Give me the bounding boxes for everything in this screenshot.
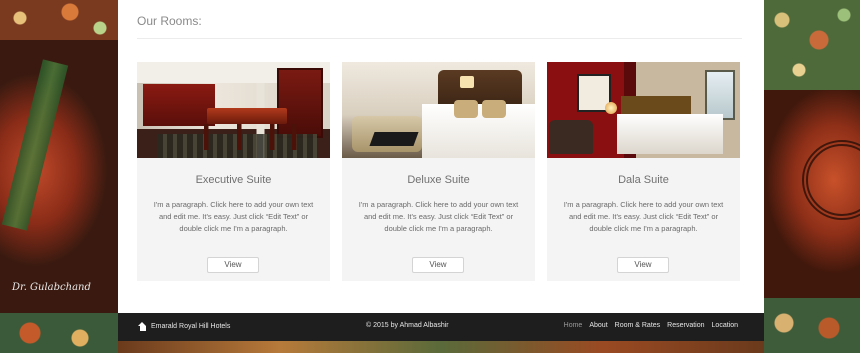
room-card-dala: Dala Suite I'm a paragraph. Click here t… bbox=[547, 62, 740, 281]
room-description: I'm a paragraph. Click here to add your … bbox=[153, 200, 314, 233]
room-photo-dala bbox=[547, 62, 740, 158]
room-card-executive: Executive Suite I'm a paragraph. Click h… bbox=[137, 62, 330, 281]
room-name: Dala Suite bbox=[618, 174, 669, 186]
lamp-graphic bbox=[605, 102, 617, 114]
view-button-dala[interactable]: View bbox=[617, 257, 669, 273]
artist-signature: Dr. Gulabchand bbox=[12, 282, 91, 293]
background-strip bbox=[118, 341, 764, 353]
guitar-neck-graphic bbox=[1, 59, 69, 231]
room-card-deluxe: Deluxe Suite I'm a paragraph. Click here… bbox=[342, 62, 535, 281]
room-photo-executive bbox=[137, 62, 330, 158]
rooms-section: Our Rooms: Executive Suite I'm a paragra… bbox=[118, 0, 764, 313]
floral-pattern bbox=[0, 0, 118, 40]
floral-pattern-right-bottom bbox=[764, 298, 860, 353]
dining-table-graphic bbox=[207, 108, 287, 124]
floral-pattern-right bbox=[764, 0, 860, 90]
site-footer: Emarald Royal Hill Hotels © 2015 by Ahma… bbox=[118, 313, 764, 341]
view-button-executive[interactable]: View bbox=[207, 257, 259, 273]
room-name: Executive Suite bbox=[195, 174, 272, 186]
brand-name: Emarald Royal Hill Hotels bbox=[151, 323, 231, 330]
floral-pattern-bottom bbox=[0, 313, 118, 353]
bed-graphic bbox=[422, 104, 535, 158]
home-icon bbox=[138, 322, 147, 331]
room-photo-deluxe bbox=[342, 62, 535, 158]
nav-item-room-rates[interactable]: Room & Rates bbox=[615, 322, 661, 329]
copyright-text: © 2015 by Ahmad Albashir bbox=[366, 322, 449, 329]
background-art-right bbox=[764, 0, 860, 353]
section-divider bbox=[137, 38, 742, 39]
room-description: I'm a paragraph. Click here to add your … bbox=[358, 200, 519, 233]
armchair-graphic bbox=[549, 120, 593, 154]
pillow-graphic bbox=[482, 100, 506, 118]
nav-item-location[interactable]: Location bbox=[712, 322, 738, 329]
section-title: Our Rooms: bbox=[137, 14, 202, 28]
background-art-left: Dr. Gulabchand bbox=[0, 0, 118, 353]
nav-item-about[interactable]: About bbox=[589, 322, 607, 329]
room-description: I'm a paragraph. Click here to add your … bbox=[563, 200, 724, 233]
footer-nav: Home About Room & Rates Reservation Loca… bbox=[564, 322, 738, 329]
view-button-deluxe[interactable]: View bbox=[412, 257, 464, 273]
lamp-graphic bbox=[460, 76, 474, 88]
room-name: Deluxe Suite bbox=[407, 174, 470, 186]
guitar-soundhole-graphic bbox=[802, 140, 860, 220]
chair-legs-graphic bbox=[193, 124, 303, 150]
nav-item-home[interactable]: Home bbox=[564, 322, 583, 329]
tray-graphic bbox=[369, 132, 419, 146]
footer-brand[interactable]: Emarald Royal Hill Hotels bbox=[138, 322, 230, 331]
nav-item-reservation[interactable]: Reservation bbox=[667, 322, 704, 329]
window-graphic bbox=[705, 70, 735, 120]
sideboard-graphic bbox=[143, 84, 215, 126]
pillow-graphic bbox=[454, 100, 478, 118]
bed-graphic bbox=[617, 114, 723, 154]
